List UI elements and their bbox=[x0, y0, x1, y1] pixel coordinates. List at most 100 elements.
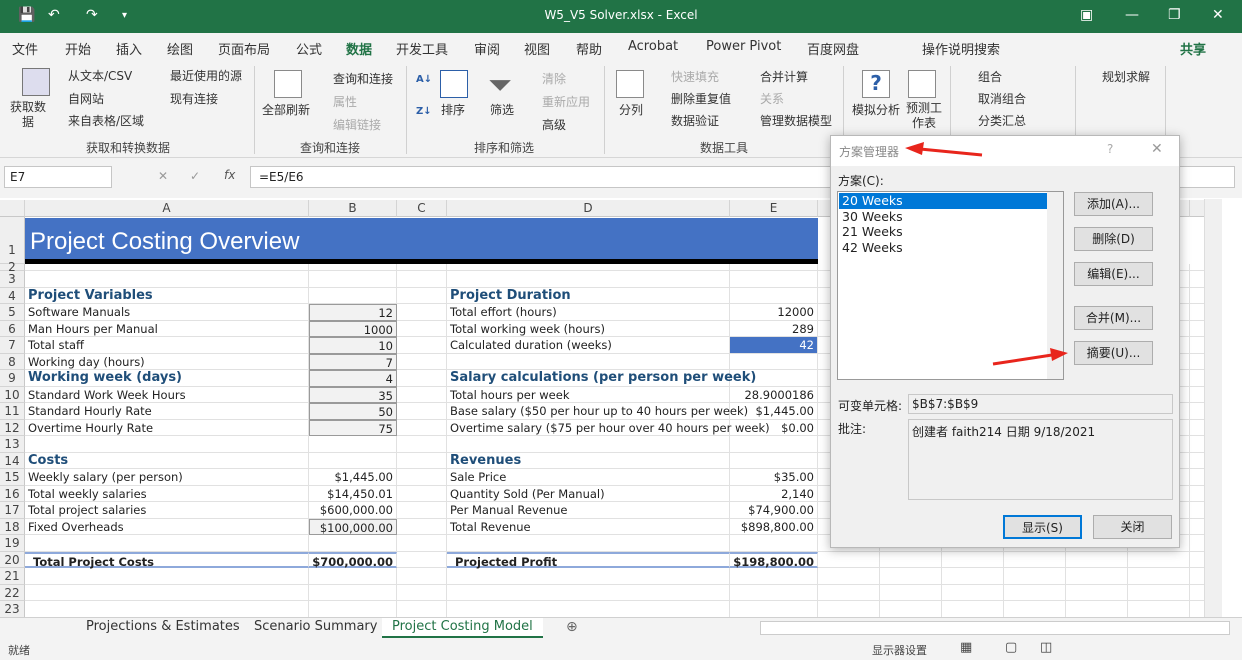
cell-C5[interactable] bbox=[397, 304, 447, 321]
merge-button[interactable]: 合并(M)... bbox=[1074, 306, 1153, 330]
cell-C15[interactable] bbox=[397, 469, 447, 486]
cell-A3[interactable] bbox=[25, 271, 309, 288]
cell-A20[interactable]: Total Project Costs bbox=[25, 551, 309, 569]
cell-A4[interactable]: Project Variables bbox=[25, 287, 309, 304]
select-all-corner[interactable] bbox=[0, 200, 25, 217]
add-sheet-icon[interactable]: ⊕ bbox=[566, 619, 578, 635]
advanced-button[interactable]: 高级 bbox=[542, 116, 566, 133]
cell-A11[interactable]: Standard Hourly Rate bbox=[25, 403, 309, 420]
cell-C23[interactable] bbox=[397, 601, 447, 617]
row-header[interactable]: 1 bbox=[0, 217, 25, 264]
cell-A17[interactable]: Total project salaries bbox=[25, 502, 309, 519]
cell-D13[interactable] bbox=[447, 436, 730, 453]
horizontal-scrollbar[interactable] bbox=[760, 621, 1230, 635]
solver-button[interactable]: 规划求解 bbox=[1102, 68, 1150, 85]
delete-button[interactable]: 删除(D) bbox=[1074, 227, 1153, 251]
menu-item[interactable]: 审阅 bbox=[474, 39, 500, 58]
cell-E15[interactable]: $35.00 bbox=[730, 469, 818, 486]
cell-E3[interactable] bbox=[730, 271, 818, 288]
ungroup-button[interactable]: 取消组合 bbox=[978, 90, 1026, 107]
cell-A13[interactable] bbox=[25, 436, 309, 453]
cell-E23[interactable] bbox=[730, 601, 818, 617]
cell[interactable] bbox=[1004, 551, 1066, 568]
refresh-all-button[interactable]: 全部刷新 bbox=[262, 101, 310, 118]
cell[interactable] bbox=[942, 568, 1004, 585]
cell-A5[interactable]: Software Manuals bbox=[25, 304, 309, 321]
cell-B2[interactable] bbox=[309, 264, 397, 271]
clear-button[interactable]: 清除 bbox=[542, 70, 566, 87]
cell[interactable] bbox=[880, 601, 942, 617]
cell[interactable] bbox=[1066, 584, 1128, 601]
cell-D9[interactable]: Salary calculations (per person per week… bbox=[447, 370, 756, 387]
subtotal-button[interactable]: 分类汇总 bbox=[978, 112, 1026, 129]
column-header[interactable]: D bbox=[447, 200, 730, 217]
summary-button[interactable]: 摘要(U)... bbox=[1074, 341, 1153, 365]
close-icon[interactable]: ✕ bbox=[1212, 7, 1224, 23]
close-icon[interactable]: ✕ bbox=[1151, 141, 1163, 157]
column-header[interactable]: B bbox=[309, 200, 397, 217]
row-header[interactable]: 14 bbox=[0, 452, 25, 469]
cell-D15[interactable]: Sale Price bbox=[447, 469, 730, 486]
menu-item[interactable]: 文件 bbox=[12, 39, 38, 58]
cell-D20[interactable]: Projected Profit bbox=[447, 551, 730, 569]
from-table-button[interactable]: 来自表格/区域 bbox=[68, 112, 144, 129]
cell-C12[interactable] bbox=[397, 419, 447, 436]
menu-item[interactable]: 页面布局 bbox=[218, 39, 270, 58]
cell-B18[interactable]: $100,000.00 bbox=[309, 518, 397, 535]
remove-duplicates-button[interactable]: 删除重复值 bbox=[671, 90, 731, 107]
menu-item[interactable]: 帮助 bbox=[576, 39, 602, 58]
cell-C13[interactable] bbox=[397, 436, 447, 453]
cell-D11[interactable]: Base salary ($50 per hour up to 40 hours… bbox=[447, 403, 748, 420]
data-validation-button[interactable]: 数据验证 bbox=[671, 112, 719, 129]
cell-A10[interactable]: Standard Work Week Hours bbox=[25, 386, 309, 403]
menu-item[interactable]: 开发工具 bbox=[396, 39, 448, 58]
cell-C3[interactable] bbox=[397, 271, 447, 288]
scenario-list[interactable]: 20 Weeks 30 Weeks 21 Weeks 42 Weeks bbox=[837, 191, 1064, 380]
cell-C10[interactable] bbox=[397, 386, 447, 403]
row-header[interactable]: 2 bbox=[0, 261, 25, 273]
page-layout-icon[interactable]: ▢ bbox=[1005, 640, 1017, 655]
cell-E16[interactable]: 2,140 bbox=[730, 485, 818, 502]
cell[interactable] bbox=[1066, 601, 1128, 617]
cell-C17[interactable] bbox=[397, 502, 447, 519]
cell-B12[interactable]: 75 bbox=[309, 419, 397, 436]
cancel-icon[interactable]: ✕ bbox=[158, 169, 168, 183]
manage-data-model-button[interactable]: 管理数据模型 bbox=[760, 112, 832, 129]
cell[interactable] bbox=[1004, 584, 1066, 601]
cell-E13[interactable] bbox=[730, 436, 818, 453]
cell-D5[interactable]: Total effort (hours) bbox=[447, 304, 730, 321]
text-to-columns-button[interactable]: 分列 bbox=[619, 101, 643, 118]
cell-C16[interactable] bbox=[397, 485, 447, 502]
row-header[interactable]: 4 bbox=[0, 287, 25, 304]
cell-B17[interactable]: $600,000.00 bbox=[309, 502, 397, 519]
menu-item[interactable]: 绘图 bbox=[167, 39, 193, 58]
add-button[interactable]: 添加(A)... bbox=[1074, 192, 1153, 216]
scenario-item[interactable]: 20 Weeks bbox=[839, 193, 1047, 209]
edit-button[interactable]: 编辑(E)... bbox=[1074, 262, 1153, 286]
cell-D12[interactable]: Overtime salary ($75 per hour over 40 ho… bbox=[447, 419, 770, 436]
cell-B11[interactable]: 50 bbox=[309, 403, 397, 420]
cell[interactable] bbox=[1128, 568, 1190, 585]
cell-E12[interactable]: $0.00 bbox=[730, 419, 818, 436]
cell-C18[interactable] bbox=[397, 518, 447, 535]
ribbon-display-icon[interactable]: ▣ bbox=[1080, 7, 1093, 23]
row-header[interactable]: 11 bbox=[0, 403, 25, 420]
sort-button[interactable]: 排序 bbox=[441, 101, 465, 118]
scenario-item[interactable]: 21 Weeks bbox=[839, 224, 1047, 240]
cell[interactable] bbox=[880, 568, 942, 585]
minimize-icon[interactable]: — bbox=[1125, 7, 1139, 23]
cell[interactable] bbox=[880, 584, 942, 601]
cell-D3[interactable] bbox=[447, 271, 730, 288]
menu-item[interactable]: 操作说明搜索 bbox=[922, 39, 1000, 58]
normal-view-icon[interactable]: ▦ bbox=[960, 640, 972, 655]
cell-A16[interactable]: Total weekly salaries bbox=[25, 485, 309, 502]
cell-E4[interactable] bbox=[730, 287, 818, 304]
cell-B10[interactable]: 35 bbox=[309, 386, 397, 403]
cell-E11[interactable]: $1,445.00 bbox=[730, 403, 818, 420]
row-header[interactable]: 7 bbox=[0, 337, 25, 354]
cell-B22[interactable] bbox=[309, 584, 397, 601]
cell-A21[interactable] bbox=[25, 568, 309, 585]
cell-E7[interactable]: 42 bbox=[730, 337, 818, 354]
cell-B19[interactable] bbox=[309, 535, 397, 552]
cell-B15[interactable]: $1,445.00 bbox=[309, 469, 397, 486]
